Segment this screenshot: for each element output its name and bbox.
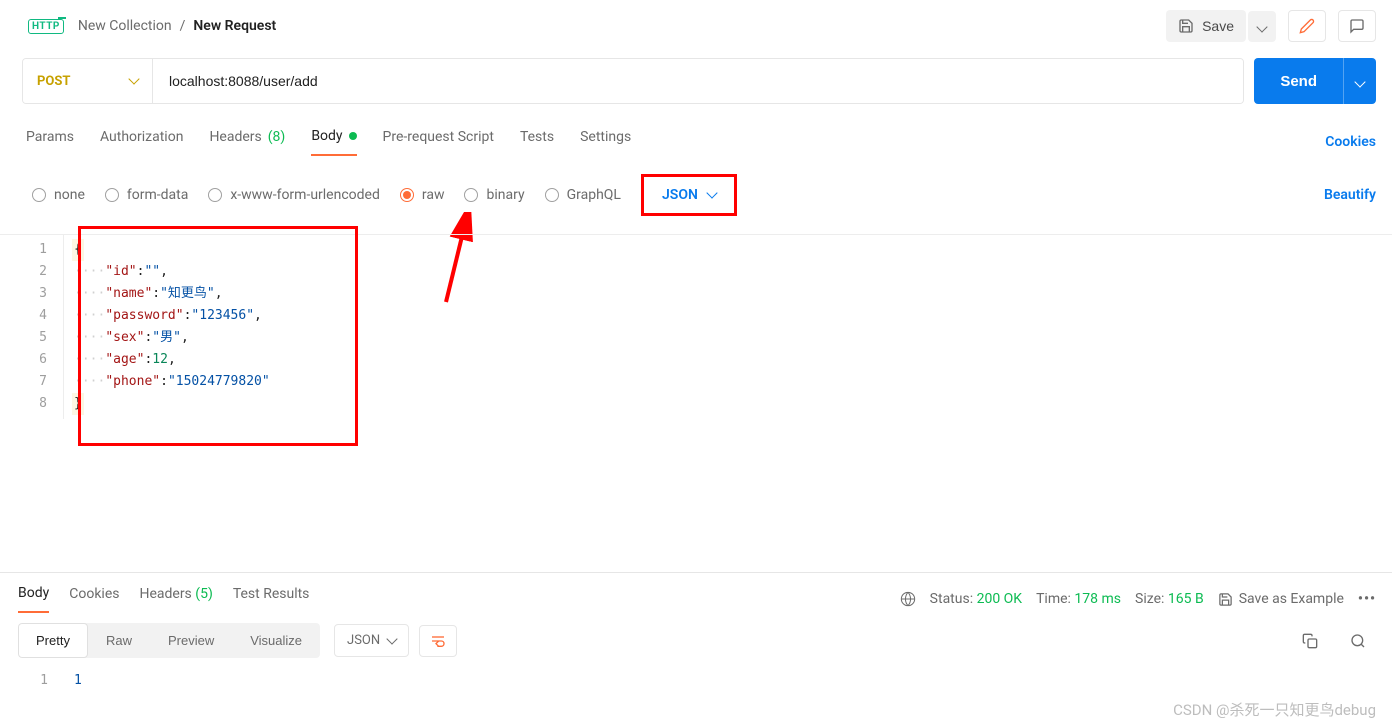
response-gutter: 1 xyxy=(0,666,64,696)
beautify-link[interactable]: Beautify xyxy=(1324,187,1376,203)
pencil-icon xyxy=(1299,18,1315,34)
status-label: Status: 200 OK xyxy=(930,591,1022,607)
copy-icon xyxy=(1302,633,1318,649)
response-code: 1 xyxy=(64,666,82,696)
comment-button[interactable] xyxy=(1338,10,1376,42)
url-input[interactable] xyxy=(153,59,1243,103)
breadcrumb: New Collection / New Request xyxy=(78,18,276,34)
breadcrumb-collection[interactable]: New Collection xyxy=(78,18,172,34)
editor-gutter: 12345678 xyxy=(0,235,64,419)
body-type-xwww[interactable]: x-www-form-urlencoded xyxy=(208,187,380,203)
send-dropdown[interactable] xyxy=(1343,58,1376,104)
breadcrumb-request[interactable]: New Request xyxy=(193,18,276,34)
comment-icon xyxy=(1349,18,1365,34)
response-view-segment: Pretty Raw Preview Visualize xyxy=(18,623,320,658)
copy-button[interactable] xyxy=(1292,626,1328,656)
tab-headers-label: Headers xyxy=(209,129,261,145)
response-format-dropdown[interactable]: JSON xyxy=(334,624,409,657)
headers-count: (8) xyxy=(268,129,286,145)
editor-code[interactable]: { ····"id":"", ····"name":"知更鸟", ····"pa… xyxy=(64,235,270,419)
view-pretty[interactable]: Pretty xyxy=(18,623,88,658)
save-icon xyxy=(1178,18,1194,34)
wrap-lines-button[interactable] xyxy=(419,625,457,657)
save-label: Save xyxy=(1202,18,1234,34)
method-selector[interactable]: POST xyxy=(23,59,153,103)
response-tab-headers[interactable]: Headers (5) xyxy=(139,586,212,612)
body-type-raw[interactable]: raw xyxy=(400,187,445,203)
chevron-down-icon xyxy=(706,187,717,198)
view-raw[interactable]: Raw xyxy=(88,623,150,658)
tab-tests[interactable]: Tests xyxy=(520,129,554,155)
tab-headers[interactable]: Headers (8) xyxy=(209,129,285,155)
body-type-none[interactable]: none xyxy=(32,187,85,203)
time-label: Time: 178 ms xyxy=(1036,591,1121,607)
view-visualize[interactable]: Visualize xyxy=(232,623,320,658)
more-menu[interactable]: ••• xyxy=(1358,591,1376,607)
edit-button[interactable] xyxy=(1288,10,1326,42)
save-icon xyxy=(1218,592,1233,607)
wrap-icon xyxy=(430,634,446,648)
tab-settings[interactable]: Settings xyxy=(580,129,631,155)
response-tab-cookies[interactable]: Cookies xyxy=(69,586,119,612)
save-as-example[interactable]: Save as Example xyxy=(1218,591,1344,607)
response-headers-count: (5) xyxy=(195,586,213,602)
save-button[interactable]: Save xyxy=(1166,10,1246,42)
response-tab-tests[interactable]: Test Results xyxy=(233,586,310,612)
request-body-editor[interactable]: 12345678 { ····"id":"", ····"name":"知更鸟"… xyxy=(0,234,1392,419)
tab-body[interactable]: Body xyxy=(311,128,356,156)
view-preview[interactable]: Preview xyxy=(150,623,232,658)
send-button[interactable]: Send xyxy=(1254,58,1343,104)
chevron-down-icon xyxy=(128,73,139,84)
response-body-editor[interactable]: 1 1 xyxy=(0,666,1392,726)
search-icon xyxy=(1350,633,1366,649)
raw-format-label: JSON xyxy=(662,187,698,203)
tab-body-label: Body xyxy=(311,128,342,144)
size-label: Size: 165 B xyxy=(1135,591,1204,607)
tab-authorization[interactable]: Authorization xyxy=(100,129,183,155)
tab-prerequest[interactable]: Pre-request Script xyxy=(383,129,494,155)
chevron-down-icon xyxy=(386,633,397,644)
body-type-formdata[interactable]: form-data xyxy=(105,187,188,203)
raw-format-dropdown[interactable]: JSON xyxy=(641,174,737,216)
body-active-indicator xyxy=(349,132,357,140)
save-dropdown[interactable] xyxy=(1248,11,1276,42)
cookies-link[interactable]: Cookies xyxy=(1325,134,1376,150)
body-type-graphql[interactable]: GraphQL xyxy=(545,187,621,203)
search-button[interactable] xyxy=(1340,626,1376,656)
response-tab-body[interactable]: Body xyxy=(18,585,49,613)
globe-icon[interactable] xyxy=(900,591,916,607)
http-icon: HTTP xyxy=(28,19,64,34)
breadcrumb-separator: / xyxy=(180,18,186,34)
body-type-binary[interactable]: binary xyxy=(464,187,524,203)
method-label: POST xyxy=(37,74,70,89)
tab-params[interactable]: Params xyxy=(26,129,74,155)
